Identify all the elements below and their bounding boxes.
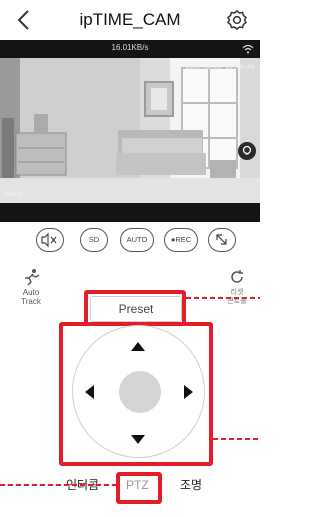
osd-camera-name: Sound	[4, 191, 23, 198]
snapshot-button[interactable]	[238, 142, 256, 160]
rec-button[interactable]: ●REC	[164, 228, 198, 252]
top-bar: ipTIME_CAM	[0, 0, 260, 40]
page-title: ipTIME_CAM	[79, 10, 181, 29]
gear-icon[interactable]	[226, 9, 248, 31]
mute-button[interactable]	[36, 228, 64, 252]
pan-up-icon[interactable]	[131, 342, 145, 351]
pan-down-icon[interactable]	[131, 435, 145, 444]
auto-button[interactable]: AUTO	[120, 228, 154, 252]
expand-icon	[216, 234, 227, 245]
auto-track-toggle[interactable]: Auto Track	[14, 268, 48, 306]
callout-line-tab	[0, 484, 116, 486]
auto-track-label: Auto Track	[21, 288, 41, 306]
refresh-icon	[231, 270, 243, 283]
callout-line-preset	[186, 297, 260, 299]
camera-scene: 2020-08-08 10:40:44 Sound	[0, 58, 260, 203]
tab-ptz[interactable]: PTZ	[126, 478, 149, 492]
preset-button[interactable]: Preset	[90, 296, 182, 322]
osd-timestamp: 2020-08-08 10:40:44	[185, 64, 254, 71]
ptz-center-button[interactable]	[119, 371, 161, 413]
room-image	[0, 58, 260, 203]
speaker-mute-icon	[41, 232, 57, 248]
pan-left-icon[interactable]	[85, 385, 94, 399]
sd-button[interactable]: SD	[80, 228, 108, 252]
video-stream[interactable]: 16.01KB/s 2020-08-08 10:40:44 Sound	[0, 40, 260, 222]
bulb-icon	[242, 145, 252, 155]
ptz-dpad[interactable]	[72, 325, 205, 458]
tab-lighting[interactable]: 조명	[180, 476, 202, 493]
bitrate-label: 16.01KB/s	[111, 43, 149, 52]
pan-right-icon[interactable]	[184, 385, 193, 399]
control-row: SD AUTO ●REC	[0, 222, 260, 258]
fullscreen-button[interactable]	[208, 228, 236, 252]
callout-line-ptz	[213, 438, 260, 440]
running-person-icon	[25, 269, 40, 286]
wifi-icon	[242, 44, 254, 54]
